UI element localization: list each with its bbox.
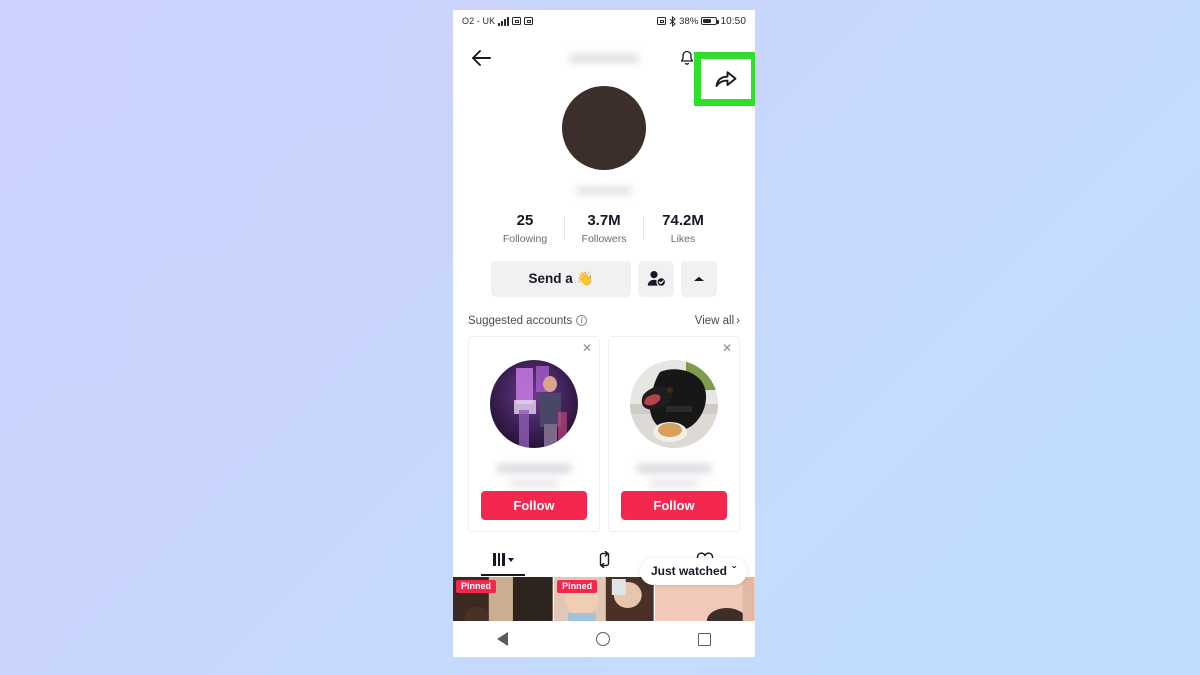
view-all-label: View all bbox=[694, 314, 735, 327]
dismiss-card-icon[interactable]: ✕ bbox=[582, 342, 592, 354]
profile-avatar[interactable] bbox=[562, 86, 646, 170]
chevron-right-icon: › bbox=[736, 314, 740, 327]
share-arrow-icon bbox=[715, 71, 737, 87]
black-dog-photo-avatar[interactable] bbox=[630, 359, 718, 448]
android-recents-icon[interactable] bbox=[698, 632, 711, 646]
stat-value: 3.7M bbox=[587, 212, 621, 229]
suggested-name-blurred bbox=[497, 463, 571, 473]
suggested-accounts-title: Suggested accounts i bbox=[468, 314, 588, 327]
suggested-subtitle-blurred bbox=[510, 479, 558, 487]
double-chevron-down-icon: ˇ bbox=[732, 564, 736, 579]
back-button[interactable] bbox=[467, 44, 495, 72]
signal-bars-icon bbox=[498, 16, 510, 26]
profile-tabs: Just watched ˇ bbox=[453, 544, 755, 585]
wave-emoji-icon: 👋 bbox=[576, 270, 594, 286]
stat-label: Likes bbox=[670, 232, 696, 245]
battery-percent-label: 38% bbox=[679, 15, 699, 27]
concert-photo-avatar[interactable] bbox=[490, 359, 578, 448]
caret-up-icon bbox=[694, 276, 704, 281]
tab-posts[interactable] bbox=[453, 544, 554, 576]
back-arrow-icon bbox=[472, 50, 491, 66]
dual-sim-icon bbox=[524, 17, 534, 25]
person-check-icon bbox=[647, 271, 666, 288]
add-friend-button[interactable] bbox=[638, 260, 674, 297]
dismiss-card-icon[interactable]: ✕ bbox=[722, 342, 732, 354]
follow-button[interactable]: Follow bbox=[481, 490, 587, 520]
share-button-highlight[interactable] bbox=[694, 52, 755, 106]
status-bar: O2 - UK 38% 10:50 bbox=[453, 10, 755, 32]
suggested-accounts-list: ✕ Follow ✕ Follow bbox=[453, 335, 755, 532]
profile-header: •••••••••••••• bbox=[453, 32, 755, 106]
nfc-icon bbox=[657, 17, 667, 25]
profile-section: •••••••••••• 25 Following 3.7M Followers… bbox=[453, 84, 755, 297]
follow-button[interactable]: Follow bbox=[621, 490, 727, 520]
send-message-button[interactable]: Send a 👋 bbox=[491, 260, 631, 297]
pinned-badge: Pinned bbox=[557, 579, 598, 593]
vibrate-icon bbox=[512, 17, 522, 25]
bell-icon bbox=[680, 50, 694, 65]
bluetooth-icon bbox=[669, 15, 676, 27]
just-watched-label: Just watched bbox=[650, 564, 727, 579]
repost-icon bbox=[599, 551, 609, 569]
send-label: Send a bbox=[528, 271, 573, 287]
suggested-subtitle-blurred bbox=[650, 479, 698, 487]
more-options-button[interactable] bbox=[681, 260, 717, 297]
battery-icon bbox=[701, 16, 720, 26]
android-back-icon[interactable] bbox=[497, 632, 508, 646]
android-home-icon[interactable] bbox=[596, 632, 610, 646]
stat-value: 74.2M bbox=[662, 212, 704, 229]
profile-actions: Send a 👋 bbox=[491, 260, 717, 297]
profile-handle: •••••••••••• bbox=[576, 183, 632, 198]
stat-following[interactable]: 25 Following bbox=[486, 212, 564, 245]
pinned-badge: Pinned bbox=[456, 579, 497, 593]
carrier-label: O2 - UK bbox=[462, 16, 496, 26]
phone-screen: O2 - UK 38% 10:50 •••••••••••••• •••••••… bbox=[453, 10, 755, 657]
video-thumb-1[interactable]: Pinned bbox=[453, 576, 553, 627]
android-navigation-bar bbox=[453, 621, 755, 657]
page-title: •••••••••••••• bbox=[569, 50, 639, 66]
stat-likes[interactable]: 74.2M Likes bbox=[644, 212, 722, 245]
stat-label: Following bbox=[502, 232, 548, 245]
stat-followers[interactable]: 3.7M Followers bbox=[565, 212, 643, 245]
suggested-name-blurred bbox=[637, 463, 711, 473]
view-all-button[interactable]: View all › bbox=[695, 315, 740, 327]
video-thumb-2[interactable]: Pinned bbox=[554, 576, 654, 627]
just-watched-pill[interactable]: Just watched ˇ bbox=[639, 557, 747, 585]
suggested-label: Suggested accounts bbox=[468, 314, 573, 327]
suggested-card-concert[interactable]: ✕ Follow bbox=[468, 335, 600, 532]
profile-stats: 25 Following 3.7M Followers 74.2M Likes bbox=[486, 212, 722, 245]
grid-posts-icon bbox=[492, 553, 505, 567]
suggested-accounts-header: Suggested accounts i View all › bbox=[453, 315, 755, 327]
clock-label: 10:50 bbox=[720, 15, 746, 27]
info-circle-icon[interactable]: i bbox=[576, 315, 588, 327]
stat-value: 25 bbox=[516, 212, 534, 229]
stat-label: Followers bbox=[581, 232, 627, 245]
caret-down-icon bbox=[507, 557, 514, 562]
suggested-card-dog[interactable]: ✕ Follow bbox=[608, 335, 740, 532]
